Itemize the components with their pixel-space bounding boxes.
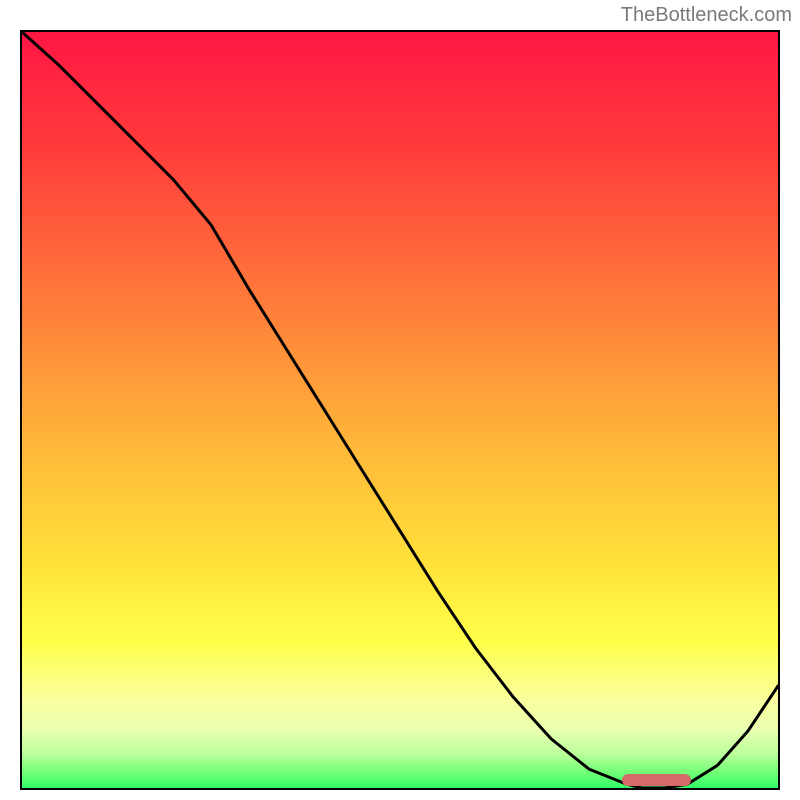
attribution-text: TheBottleneck.com	[621, 4, 792, 27]
optimal-range-marker	[622, 774, 690, 786]
bottleneck-curve	[22, 32, 778, 788]
chart-plot-area	[20, 30, 780, 790]
